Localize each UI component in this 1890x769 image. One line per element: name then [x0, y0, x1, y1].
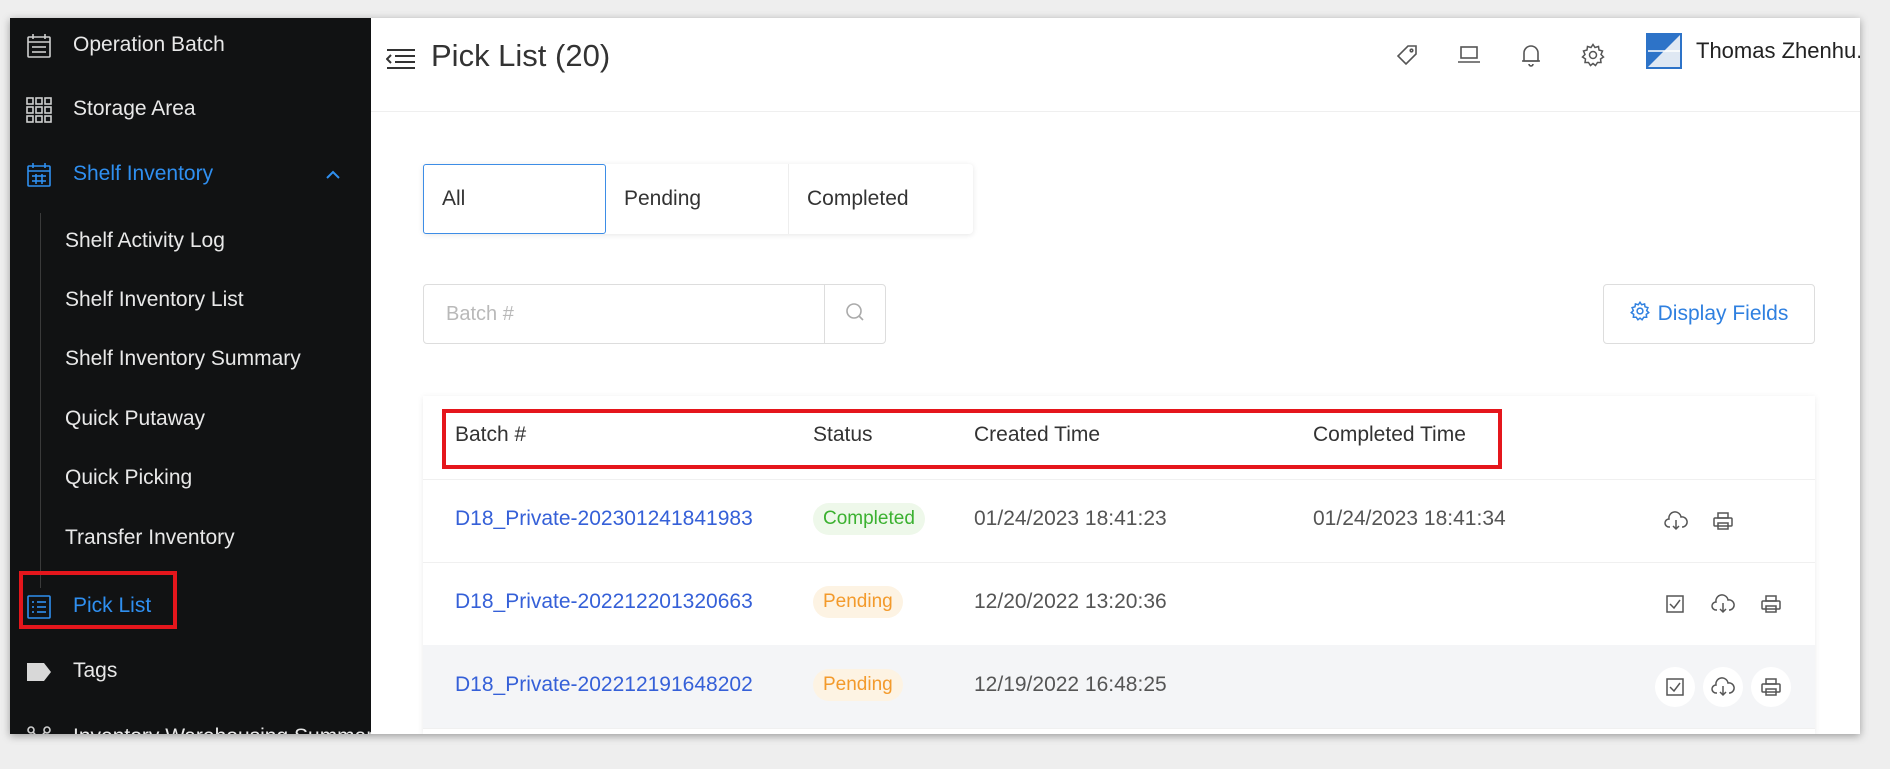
bell-icon[interactable] — [1515, 39, 1547, 71]
tab-all[interactable]: All — [423, 164, 606, 234]
sidebar-subitem-label: Shelf Activity Log — [65, 229, 225, 252]
top-header: Pick List (20) Thomas Zhenhu.. — [371, 18, 1860, 112]
print-icon[interactable] — [1751, 584, 1791, 624]
submenu-guide-line — [40, 213, 41, 588]
sidebar-subitem-quick-picking[interactable]: Quick Picking — [65, 455, 192, 501]
download-icon[interactable] — [1703, 584, 1743, 624]
status-tabs: All Pending Completed — [423, 164, 973, 234]
laptop-icon[interactable] — [1453, 39, 1485, 71]
search-box — [423, 284, 886, 344]
sidebar-item-shelf-inventory[interactable]: Shelf Inventory — [10, 149, 371, 199]
table-row[interactable]: D18_Private-202212201320663 Pending 12/2… — [423, 562, 1815, 646]
avatar[interactable] — [1646, 33, 1682, 69]
checkbox-icon[interactable] — [1655, 667, 1695, 707]
pick-list-table: Batch # Status Created Time Completed Ti… — [423, 396, 1815, 734]
tag-icon — [25, 658, 53, 686]
column-header-created-time[interactable]: Created Time — [974, 423, 1100, 447]
sidebar-subitem-label: Shelf Inventory List — [65, 288, 244, 311]
sidebar-subitem-shelf-activity-log[interactable]: Shelf Activity Log — [65, 218, 225, 264]
sidebar-subitem-shelf-inventory-list[interactable]: Shelf Inventory List — [65, 277, 244, 323]
sidebar-subitem-quick-putaway[interactable]: Quick Putaway — [65, 396, 205, 442]
sidebar-subitem-transfer-inventory[interactable]: Transfer Inventory — [65, 515, 235, 561]
status-badge: Pending — [813, 586, 903, 618]
batch-link[interactable]: D18_Private-202212191648202 — [455, 673, 753, 697]
sidebar-item-label: Storage Area — [73, 97, 196, 120]
checkbox-icon[interactable] — [1655, 584, 1695, 624]
tag-icon[interactable] — [1391, 39, 1423, 71]
sidebar-item-operation-batch[interactable]: Operation Batch — [10, 20, 371, 70]
completed-time: 01/24/2023 18:41:34 — [1313, 507, 1506, 530]
batch-link[interactable]: D18_Private-202212201320663 — [455, 590, 753, 614]
table-row[interactable]: D18_Private-202212191648202 Pending 12/1… — [423, 645, 1815, 729]
created-time: 12/20/2022 13:20:36 — [974, 590, 1167, 613]
created-time: 01/24/2023 18:41:23 — [974, 507, 1167, 530]
app-window: Operation Batch Storage Area Shelf Inven… — [10, 18, 1860, 734]
status-badge: Pending — [813, 669, 903, 701]
sidebar-item-storage-area[interactable]: Storage Area — [10, 84, 371, 134]
sidebar-item-label: Pick List — [73, 594, 152, 617]
grid-icon — [25, 96, 53, 124]
display-fields-label: Display Fields — [1657, 302, 1789, 325]
sidebar-subitem-label: Transfer Inventory — [65, 526, 235, 549]
column-header-status[interactable]: Status — [813, 423, 873, 447]
calendar-icon — [25, 32, 53, 60]
batch-link[interactable]: D18_Private-202301241841983 — [455, 507, 753, 531]
sidebar: Operation Batch Storage Area Shelf Inven… — [10, 18, 371, 734]
calendar-grid-icon — [25, 161, 53, 189]
sidebar-subitem-shelf-inventory-summary[interactable]: Shelf Inventory Summary — [65, 336, 301, 382]
list-icon — [25, 593, 53, 621]
print-icon[interactable] — [1751, 667, 1791, 707]
branch-icon — [25, 724, 53, 734]
user-name[interactable]: Thomas Zhenhu.. — [1696, 38, 1860, 64]
sidebar-item-inventory-warehousing-summary[interactable]: Inventory Warehousing Summary — [10, 712, 371, 734]
created-time: 12/19/2022 16:48:25 — [974, 673, 1167, 696]
column-header-completed-time[interactable]: Completed Time — [1313, 423, 1466, 447]
gear-icon[interactable] — [1577, 39, 1609, 71]
tab-pending[interactable]: Pending — [606, 164, 789, 234]
sidebar-item-label: Inventory Warehousing Summary — [73, 725, 371, 734]
sidebar-item-label: Shelf Inventory — [73, 162, 214, 185]
sidebar-item-pick-list[interactable]: Pick List — [10, 581, 371, 631]
status-badge: Completed — [813, 503, 925, 535]
tab-completed[interactable]: Completed — [789, 164, 972, 234]
gear-icon — [1629, 300, 1650, 327]
sidebar-subitem-label: Quick Picking — [65, 466, 193, 489]
table-row[interactable]: D18_Private-202301241841983 Completed 01… — [423, 479, 1815, 563]
download-icon[interactable] — [1703, 667, 1743, 707]
column-header-batch[interactable]: Batch # — [455, 423, 526, 447]
print-icon[interactable] — [1703, 501, 1743, 541]
download-icon[interactable] — [1656, 501, 1696, 541]
search-button[interactable] — [824, 285, 885, 343]
display-fields-button[interactable]: Display Fields — [1603, 284, 1815, 344]
chevron-up-icon — [323, 165, 343, 185]
sidebar-item-label: Tags — [73, 659, 118, 682]
menu-collapse-icon[interactable] — [385, 48, 416, 74]
sidebar-item-label: Operation Batch — [73, 33, 225, 56]
table-header: Batch # Status Created Time Completed Ti… — [423, 396, 1815, 480]
search-icon — [845, 302, 865, 327]
page-title: Pick List (20) — [431, 38, 611, 73]
batch-search-input[interactable] — [424, 285, 824, 343]
sidebar-subitem-label: Quick Putaway — [65, 407, 206, 430]
sidebar-subitem-label: Shelf Inventory Summary — [65, 347, 301, 370]
sidebar-item-tags[interactable]: Tags — [10, 646, 371, 696]
